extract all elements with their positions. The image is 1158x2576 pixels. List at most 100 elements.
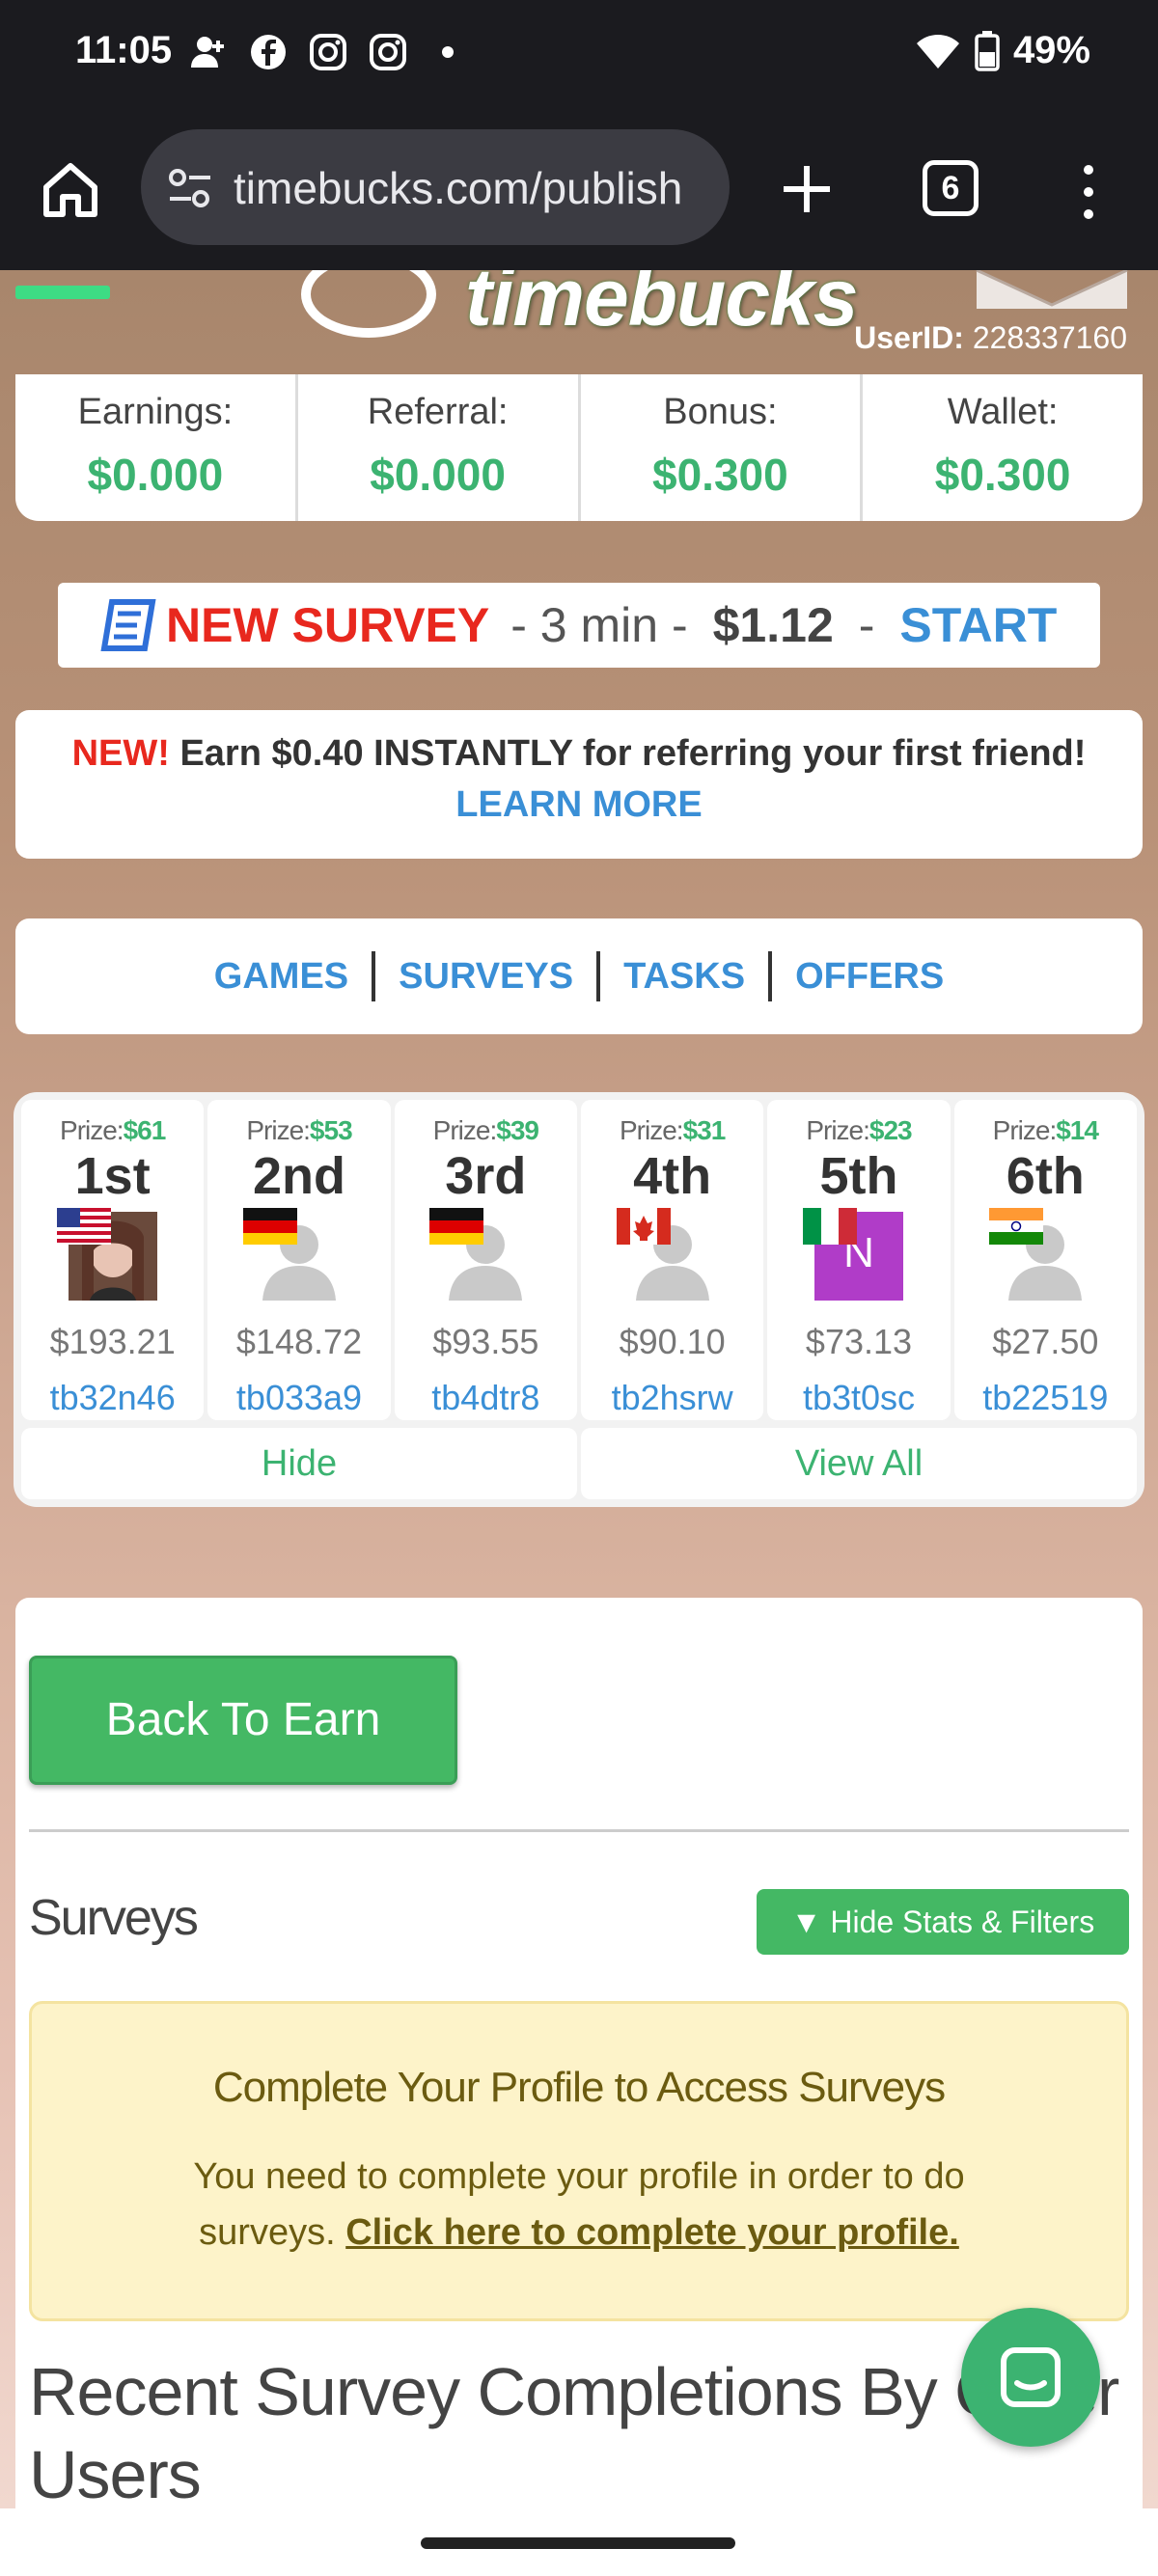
rank-label: 2nd <box>252 1147 345 1205</box>
flag-de-icon <box>242 1208 297 1245</box>
stat-label: Earnings: <box>77 392 234 432</box>
mail-icon[interactable] <box>975 270 1129 309</box>
home-icon[interactable] <box>37 156 104 224</box>
leaderboard-card[interactable]: Prize:$14 6th $27.50 tb22519 <box>953 1100 1137 1420</box>
username-link[interactable]: tb4dtr8 <box>395 1378 577 1418</box>
stat-wallet: Wallet: $0.300 <box>863 374 1143 521</box>
avatar <box>242 1208 344 1301</box>
survey-duration: - 3 min - <box>510 598 688 652</box>
referral-new-label: NEW! <box>71 733 170 774</box>
dot-icon <box>428 33 467 71</box>
hide-leaderboard-button[interactable]: Hide <box>21 1428 577 1499</box>
leaderboard-actions: Hide View All <box>21 1428 1137 1499</box>
username-link[interactable]: tb32n46 <box>21 1378 204 1418</box>
hamburger-menu-icon[interactable] <box>15 286 110 299</box>
logo-clock-icon <box>301 270 436 338</box>
chat-icon <box>1001 2347 1061 2407</box>
status-bar: 11:05 49% <box>0 0 1158 108</box>
stat-bonus: Bonus: $0.300 <box>581 374 864 521</box>
chat-support-button[interactable] <box>961 2308 1100 2447</box>
web-page: timebucks UserID: 228337160 Earnings: $0… <box>0 270 1158 2508</box>
leaderboard-entries: Prize:$61 1st $193.21 tb32n46 Prize:$53 … <box>21 1100 1137 1420</box>
gesture-handle[interactable] <box>421 2537 735 2549</box>
earned-amount: $73.13 <box>805 1322 913 1361</box>
complete-profile-link[interactable]: Click here to complete your profile. <box>345 2212 959 2253</box>
username-link[interactable]: tb22519 <box>954 1378 1137 1418</box>
category-nav: GAMES SURVEYS TASKS OFFERS <box>15 918 1143 1034</box>
stat-label: Referral: <box>367 392 509 432</box>
nav-offers[interactable]: OFFERS <box>772 956 967 998</box>
nav-surveys[interactable]: SURVEYS <box>375 956 596 998</box>
earned-amount: $193.21 <box>49 1322 176 1361</box>
new-tab-icon[interactable] <box>776 158 838 220</box>
stat-earnings: Earnings: $0.000 <box>15 374 298 521</box>
back-to-earn-button[interactable]: Back To Earn <box>29 1656 457 1785</box>
profile-notice-text: You need to complete your profile in ord… <box>32 2149 1126 2261</box>
tab-switcher-button[interactable]: 6 <box>923 160 979 216</box>
earned-amount: $93.55 <box>432 1322 539 1361</box>
stat-value: $0.000 <box>370 450 506 500</box>
leaderboard-card[interactable]: Prize:$31 4th $90.10 tb2hsrw <box>580 1100 764 1420</box>
rank-label: 4th <box>633 1147 712 1205</box>
survey-dash: - <box>858 598 875 652</box>
survey-start-link[interactable]: START <box>899 597 1057 653</box>
stat-label: Bonus: <box>663 392 778 432</box>
balance-stats: Earnings: $0.000 Referral: $0.000 Bonus:… <box>15 374 1143 521</box>
divider <box>29 1829 1129 1832</box>
profile-notice: Complete Your Profile to Access Surveys … <box>29 2001 1129 2321</box>
instagram-icon <box>309 33 347 71</box>
address-bar[interactable]: timebucks.com/publish <box>141 129 730 245</box>
survey-price: $1.12 <box>712 598 834 652</box>
flag-it-icon <box>802 1208 857 1245</box>
leaderboard-card[interactable]: Prize:$39 3rd $93.55 tb4dtr8 <box>394 1100 577 1420</box>
hide-stats-filters-button[interactable]: ▼ Hide Stats & Filters <box>757 1889 1129 1955</box>
prize-text: Prize:$31 <box>620 1115 726 1145</box>
username-link[interactable]: tb033a9 <box>207 1378 390 1418</box>
avatar <box>56 1208 157 1301</box>
status-right: 49% <box>915 29 1090 72</box>
view-all-button[interactable]: View All <box>581 1428 1137 1499</box>
stat-label: Wallet: <box>947 392 1059 432</box>
user-id: UserID: 228337160 <box>854 320 1127 356</box>
surveys-heading: Surveys <box>29 1890 199 1946</box>
facebook-icon <box>249 33 288 71</box>
more-menu-icon[interactable] <box>1069 158 1108 226</box>
leaderboard-card[interactable]: Prize:$53 2nd $148.72 tb033a9 <box>207 1100 391 1420</box>
battery-icon <box>975 30 1000 71</box>
prize-text: Prize:$39 <box>432 1115 539 1145</box>
username-link[interactable]: tb2hsrw <box>581 1378 763 1418</box>
instagram-icon <box>369 33 407 71</box>
prize-text: Prize:$14 <box>992 1115 1099 1145</box>
earned-amount: $27.50 <box>992 1322 1099 1361</box>
avatar: N <box>802 1208 903 1301</box>
rank-label: 3rd <box>445 1147 527 1205</box>
wifi-icon <box>916 34 959 69</box>
stat-referral: Referral: $0.000 <box>298 374 581 521</box>
avatar <box>989 1208 1089 1301</box>
notification-icons <box>189 33 467 71</box>
nav-tasks[interactable]: TASKS <box>600 956 768 998</box>
site-settings-icon[interactable] <box>166 164 214 212</box>
rank-label: 5th <box>819 1147 898 1205</box>
leaderboard-card[interactable]: Prize:$23 5th N $73.13 tb3t0sc <box>767 1100 951 1420</box>
flag-de-icon <box>429 1208 484 1245</box>
timebucks-logo[interactable]: timebucks <box>301 270 858 357</box>
survey-logo-icon <box>100 599 156 651</box>
stat-value: $0.300 <box>652 450 788 500</box>
userid-value: 228337160 <box>972 320 1127 355</box>
leaderboard-card[interactable]: Prize:$61 1st $193.21 tb32n46 <box>21 1100 205 1420</box>
referral-text: Earn $0.40 INSTANTLY for referring your … <box>179 733 1087 774</box>
nav-games[interactable]: GAMES <box>191 956 372 998</box>
flag-us-icon <box>56 1208 111 1245</box>
new-survey-banner[interactable]: NEW SURVEY - 3 min - $1.12 - START <box>58 583 1100 668</box>
system-nav-bar <box>0 2508 1158 2576</box>
earned-amount: $90.10 <box>619 1322 726 1361</box>
person-add-icon <box>189 33 228 71</box>
avatar <box>429 1208 530 1301</box>
battery-percent: 49% <box>1012 29 1090 71</box>
username-link[interactable]: tb3t0sc <box>767 1378 950 1418</box>
stat-value: $0.000 <box>87 450 224 500</box>
prize-text: Prize:$61 <box>60 1115 166 1145</box>
learn-more-link[interactable]: LEARN MORE <box>15 784 1143 826</box>
leaderboard: Prize:$61 1st $193.21 tb32n46 Prize:$53 … <box>14 1092 1144 1507</box>
